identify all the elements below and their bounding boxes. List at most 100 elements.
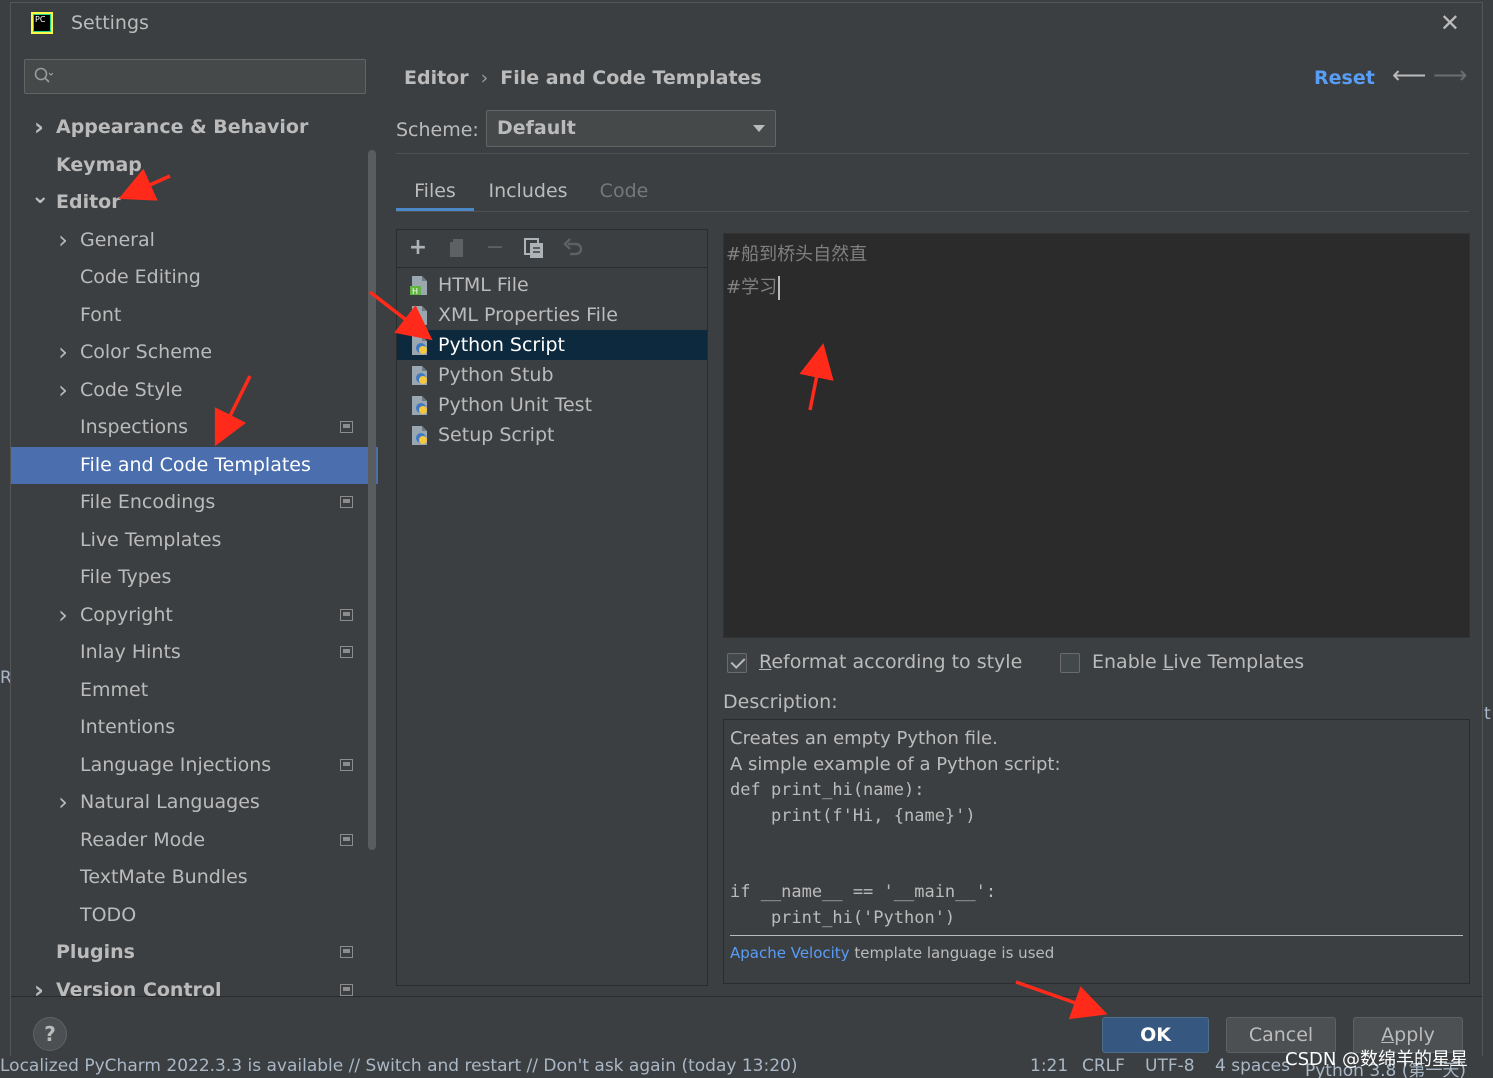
sidebar-item-plugins[interactable]: Plugins [11, 934, 378, 971]
dialog-buttons-bar: ? OK Cancel Apply [11, 996, 1482, 1056]
sidebar-item-general[interactable]: › General [11, 222, 378, 259]
sidebar-item-keymap[interactable]: Keymap [11, 147, 378, 184]
python-file-icon [412, 396, 427, 415]
chevron-right-icon[interactable]: › [55, 372, 71, 409]
project-scope-icon [340, 609, 353, 621]
live-templates-label: Enable Live Templates [1092, 651, 1305, 673]
description-panel: Creates an empty Python file. A simple e… [723, 719, 1470, 984]
project-scope-icon [340, 421, 353, 433]
sidebar-item-label: Code Style [80, 379, 183, 401]
sidebar-item-inlay-hints[interactable]: Inlay Hints [11, 634, 378, 671]
template-item-label: Python Unit Test [438, 394, 593, 416]
line-separator[interactable]: CRLF [1082, 1056, 1125, 1076]
python-file-icon [412, 426, 427, 445]
sidebar-item-file-encodings[interactable]: File Encodings [11, 484, 378, 521]
indent-setting[interactable]: 4 spaces [1215, 1056, 1290, 1076]
text-caret [778, 276, 781, 300]
scheme-dropdown[interactable]: Default [486, 110, 776, 147]
template-item-python-stub[interactable]: Python Stub [397, 360, 707, 390]
sidebar-item-intentions[interactable]: Intentions [11, 709, 378, 746]
sidebar-item-emmet[interactable]: Emmet [11, 672, 378, 709]
template-editor[interactable]: #船到桥头自然直 #学习 [723, 233, 1470, 638]
sidebar-item-code-style[interactable]: › Code Style [11, 372, 378, 409]
sidebar-item-inspections[interactable]: Inspections [11, 409, 378, 446]
template-list-panel: + − H HTML File XML Properties File Python … [396, 229, 708, 986]
tab-code[interactable]: Code [586, 171, 662, 211]
template-item-html-file[interactable]: H HTML File [397, 270, 707, 300]
arrow-left-icon[interactable]: ⟵ [1392, 61, 1426, 89]
chevron-right-icon[interactable]: › [55, 334, 71, 371]
ok-button[interactable]: OK [1102, 1017, 1209, 1053]
pycharm-logo-icon: PC [31, 12, 53, 34]
description-text: Creates an empty Python file. [730, 728, 998, 749]
sidebar-item-todo[interactable]: TODO [11, 897, 378, 934]
live-templates-checkbox[interactable] [1060, 653, 1080, 673]
template-item-python-unit-test[interactable]: Python Unit Test [397, 390, 707, 420]
window-title: Settings [71, 12, 149, 34]
sidebar-item-label: File Encodings [80, 491, 216, 513]
close-icon[interactable]: ✕ [1440, 9, 1460, 37]
sidebar-item-label: Color Scheme [80, 341, 213, 363]
sidebar-item-reader-mode[interactable]: Reader Mode [11, 822, 378, 859]
add-child-icon[interactable] [445, 236, 469, 260]
copy-icon[interactable] [522, 236, 546, 260]
sidebar-item-label: Inspections [80, 416, 189, 438]
chevron-right-icon[interactable]: › [55, 784, 71, 821]
reformat-checkbox[interactable] [727, 653, 747, 673]
template-item-setup-script[interactable]: Setup Script [397, 420, 707, 450]
sidebar-item-language-injections[interactable]: Language Injections [11, 747, 378, 784]
caret-position[interactable]: 1:21 [1030, 1056, 1068, 1076]
tab-files[interactable]: Files [396, 171, 474, 211]
search-input[interactable] [24, 59, 366, 94]
divider [396, 211, 1469, 212]
sidebar-item-label: Code Editing [80, 266, 201, 288]
chevron-down-icon[interactable]: ⌄ [31, 178, 49, 215]
chevron-right-icon[interactable]: › [55, 597, 71, 634]
reset-button[interactable]: Reset [1314, 67, 1375, 89]
sidebar-item-natural-languages[interactable]: › Natural Languages [11, 784, 378, 821]
template-item-xml-properties-file[interactable]: XML Properties File [397, 300, 707, 330]
arrow-right-icon[interactable]: ⟶ [1433, 61, 1467, 89]
sidebar-item-label: TextMate Bundles [80, 866, 248, 888]
sidebar-item-copyright[interactable]: › Copyright [11, 597, 378, 634]
template-item-label: XML Properties File [438, 304, 618, 326]
file-encoding[interactable]: UTF-8 [1145, 1056, 1195, 1076]
sidebar-item-label: Language Injections [80, 754, 272, 776]
sidebar-item-file-and-code-templates[interactable]: File and Code Templates [11, 447, 378, 484]
chevron-right-icon[interactable]: › [31, 109, 47, 146]
help-button[interactable]: ? [33, 1017, 67, 1051]
sidebar-item-textmate-bundles[interactable]: TextMate Bundles [11, 859, 378, 896]
project-scope-icon [340, 834, 353, 846]
sidebar-item-color-scheme[interactable]: › Color Scheme [11, 334, 378, 371]
add-icon[interactable]: + [406, 236, 430, 260]
sidebar-item-editor[interactable]: ⌄ Editor [11, 184, 378, 221]
sidebar-item-code-editing[interactable]: Code Editing [11, 259, 378, 296]
tab-includes[interactable]: Includes [484, 171, 572, 211]
sidebar-item-label: Font [80, 304, 122, 326]
sidebar-item-font[interactable]: Font [11, 297, 378, 334]
sidebar-item-live-templates[interactable]: Live Templates [11, 522, 378, 559]
breadcrumb-editor[interactable]: Editor [404, 67, 469, 89]
template-item-python-script[interactable]: Python Script [397, 330, 707, 360]
editor-line-2-text: #学习 [726, 277, 778, 298]
description-code: print(f'Hi, {name}') [730, 806, 976, 826]
description-divider [730, 935, 1463, 936]
sidebar-item-label: Keymap [56, 154, 142, 176]
divider [396, 153, 1469, 154]
sidebar-item-label: File and Code Templates [80, 454, 311, 476]
description-code: print_hi('Python') [730, 908, 956, 928]
xml-file-icon [410, 306, 427, 325]
sidebar-scrollbar[interactable] [368, 150, 376, 850]
apache-velocity-link[interactable]: Apache Velocity [730, 944, 850, 962]
sidebar-item-label: Natural Languages [80, 791, 260, 813]
breadcrumb-current: File and Code Templates [500, 67, 762, 89]
remove-icon[interactable]: − [483, 236, 507, 260]
scheme-value: Default [497, 117, 576, 139]
sidebar-item-label: Copyright [80, 604, 173, 626]
chevron-right-icon[interactable]: › [55, 222, 71, 259]
undo-icon[interactable] [561, 236, 585, 260]
csdn-watermark: CSDN @数绵羊的星星 [1285, 1049, 1469, 1070]
sidebar-item-file-types[interactable]: File Types [11, 559, 378, 596]
update-notification[interactable]: Localized PyCharm 2022.3.3 is available … [0, 1056, 797, 1076]
sidebar-item-appearance-behavior[interactable]: › Appearance & Behavior [11, 109, 378, 146]
